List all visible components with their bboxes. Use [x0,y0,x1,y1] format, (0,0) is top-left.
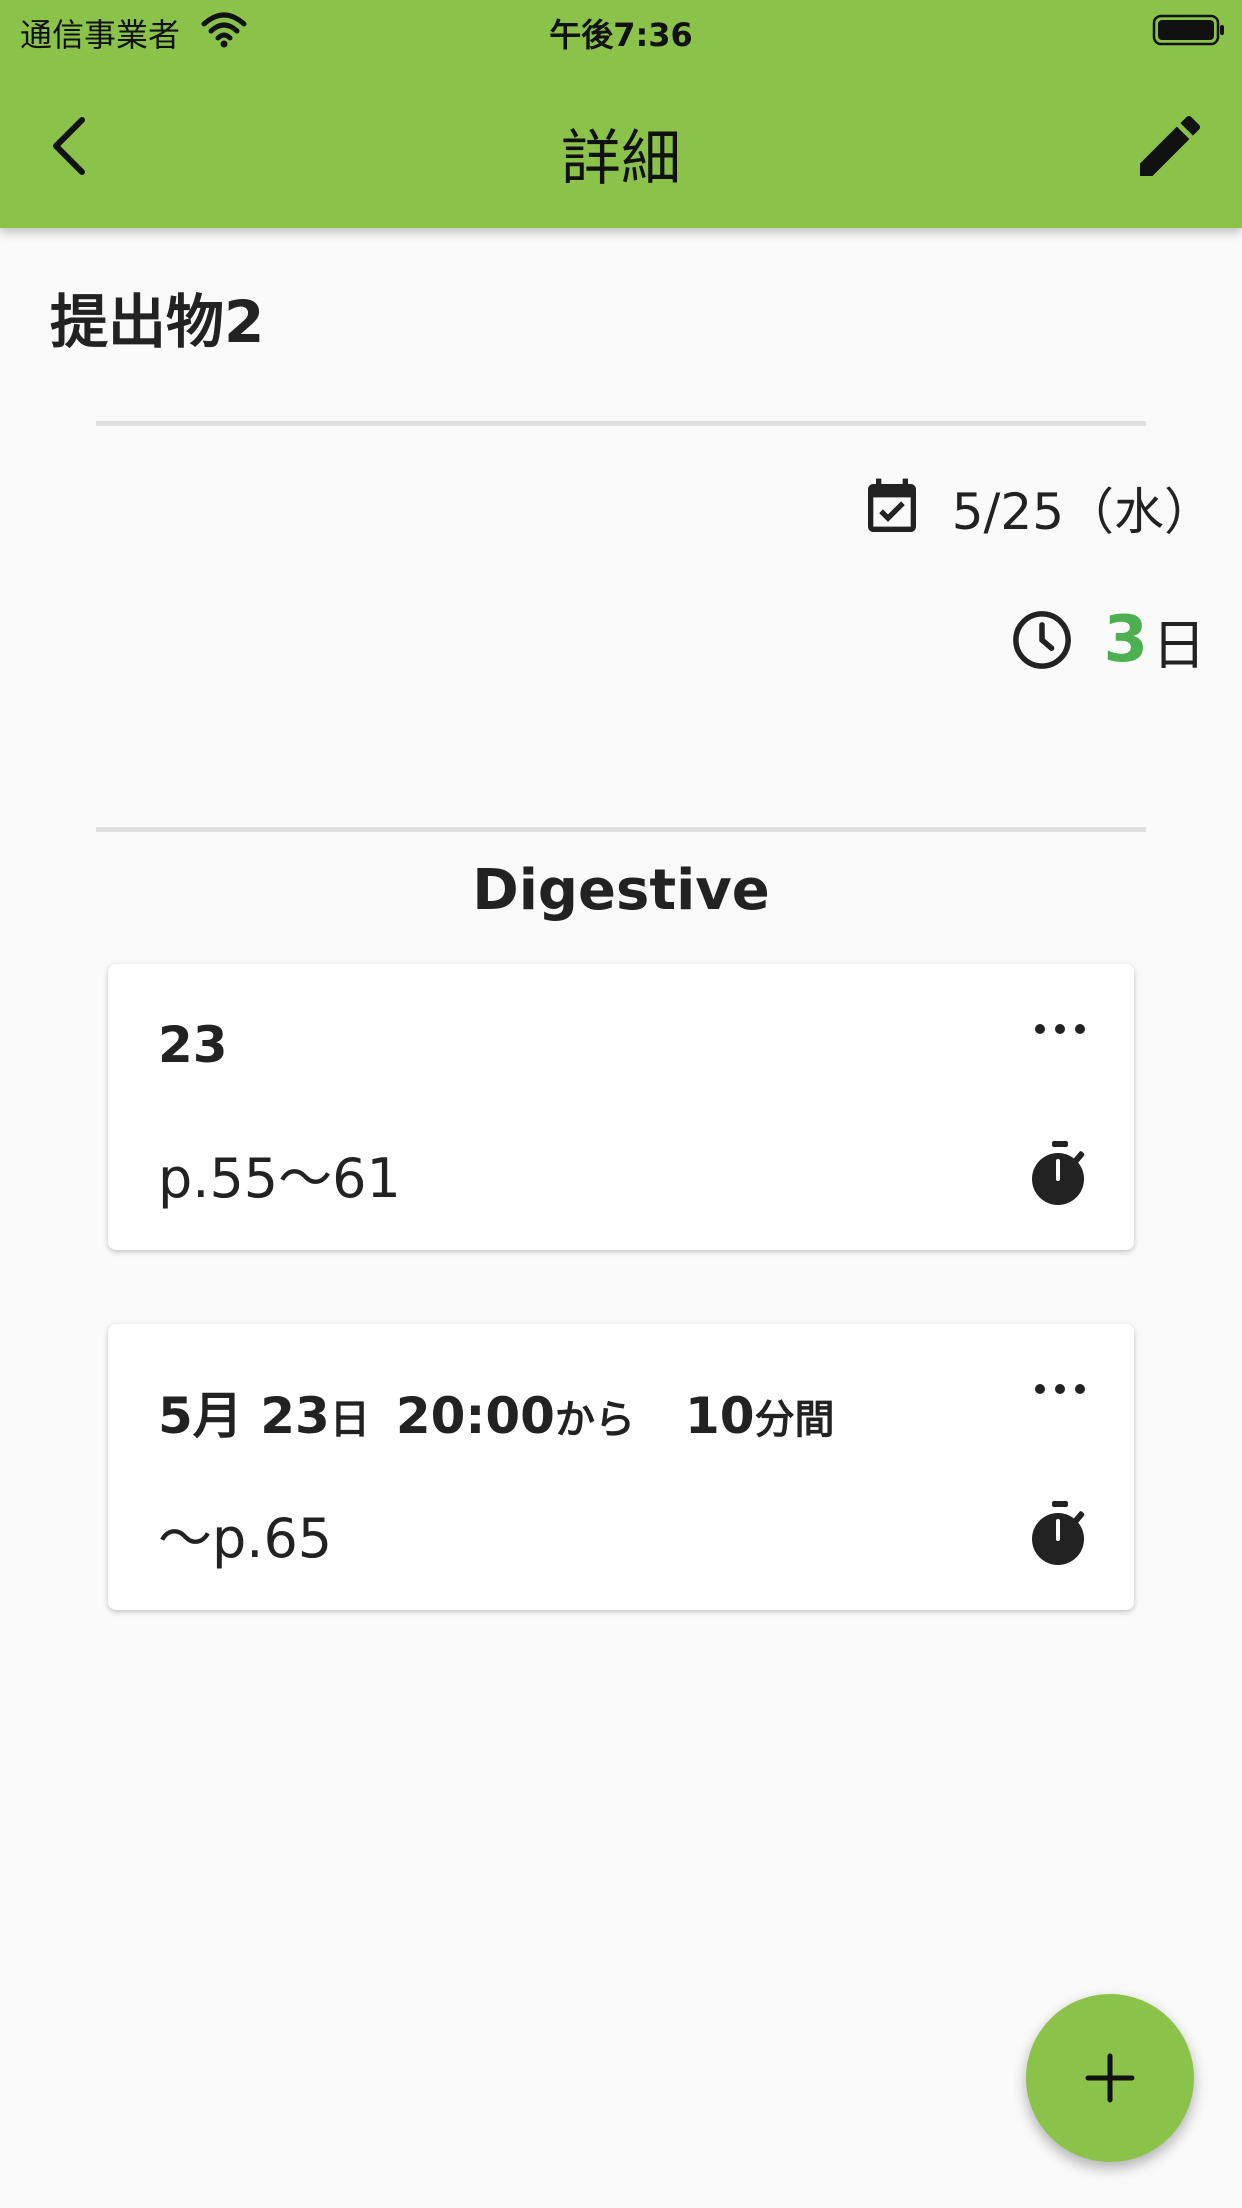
session-header: 5月 23日 20:00から 10分間 [158,1387,835,1445]
session-month: 5月 [158,1387,243,1445]
remaining-days-row: 3 日 [1009,600,1206,680]
remaining-days-unit: 日 [1152,613,1206,677]
status-time: 午後7:36 [549,16,693,54]
stopwatch-icon[interactable] [1030,1499,1090,1567]
assignment-title: 提出物2 [50,288,265,356]
due-date: 5/25（水） [951,483,1214,541]
study-session-card[interactable]: 23 p.55〜61 [108,964,1134,1250]
session-memo: p.55〜61 [158,1147,401,1210]
clock-icon [1013,611,1072,669]
navigation-bar: 詳細 [0,80,1242,210]
more-options-icon[interactable] [1030,1374,1090,1404]
pencil-icon[interactable] [1130,106,1210,186]
session-header: 23 [158,1016,228,1074]
study-session-card[interactable]: 5月 23日 20:00から 10分間 〜p.65 [108,1324,1134,1610]
session-duration: 10 [684,1387,755,1445]
due-date-row: 5/25（水） [860,472,1214,544]
session-day: 23 [260,1387,330,1445]
stopwatch-icon[interactable] [1030,1139,1090,1207]
status-bar: 通信事業者 午後7:36 [0,0,1242,60]
session-memo: 〜p.65 [158,1507,333,1570]
remaining-days-value: 3 [1103,603,1148,677]
page-title: 詳細 [561,124,681,194]
plus-icon [1085,2053,1135,2103]
session-duration-unit: 分間 [754,1397,835,1443]
more-options-icon[interactable] [1030,1014,1090,1044]
session-from-label: から [554,1397,635,1443]
session-start-time: 20:00 [395,1387,555,1445]
subject-name: Digestive [472,858,770,923]
app-header: 通信事業者 午後7:36 詳細 [0,0,1242,228]
calendar-check-icon [867,478,916,532]
battery-icon [1152,14,1224,46]
divider [96,421,1146,426]
session-day: 23 [158,1016,228,1074]
add-session-button[interactable] [1026,1994,1194,2162]
divider [96,827,1146,832]
